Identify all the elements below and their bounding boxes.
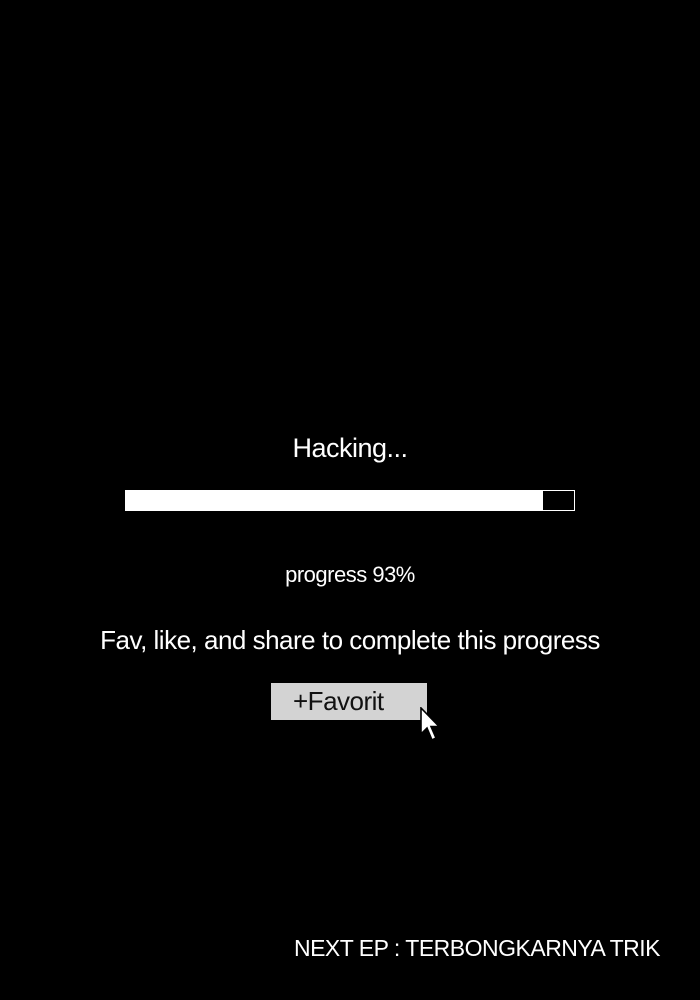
hacking-title: Hacking... xyxy=(292,433,408,463)
cta-message: Fav, like, and share to complete this pr… xyxy=(100,625,600,655)
mouse-pointer-icon xyxy=(420,707,441,742)
next-episode-label: NEXT EP : TERBONGKARNYA TRIK xyxy=(293,935,661,961)
progress-label: progress 93% xyxy=(285,562,415,587)
progress-bar xyxy=(125,490,575,511)
progress-bar-fill xyxy=(126,491,543,510)
favorite-button[interactable]: +Favorit xyxy=(271,683,427,720)
